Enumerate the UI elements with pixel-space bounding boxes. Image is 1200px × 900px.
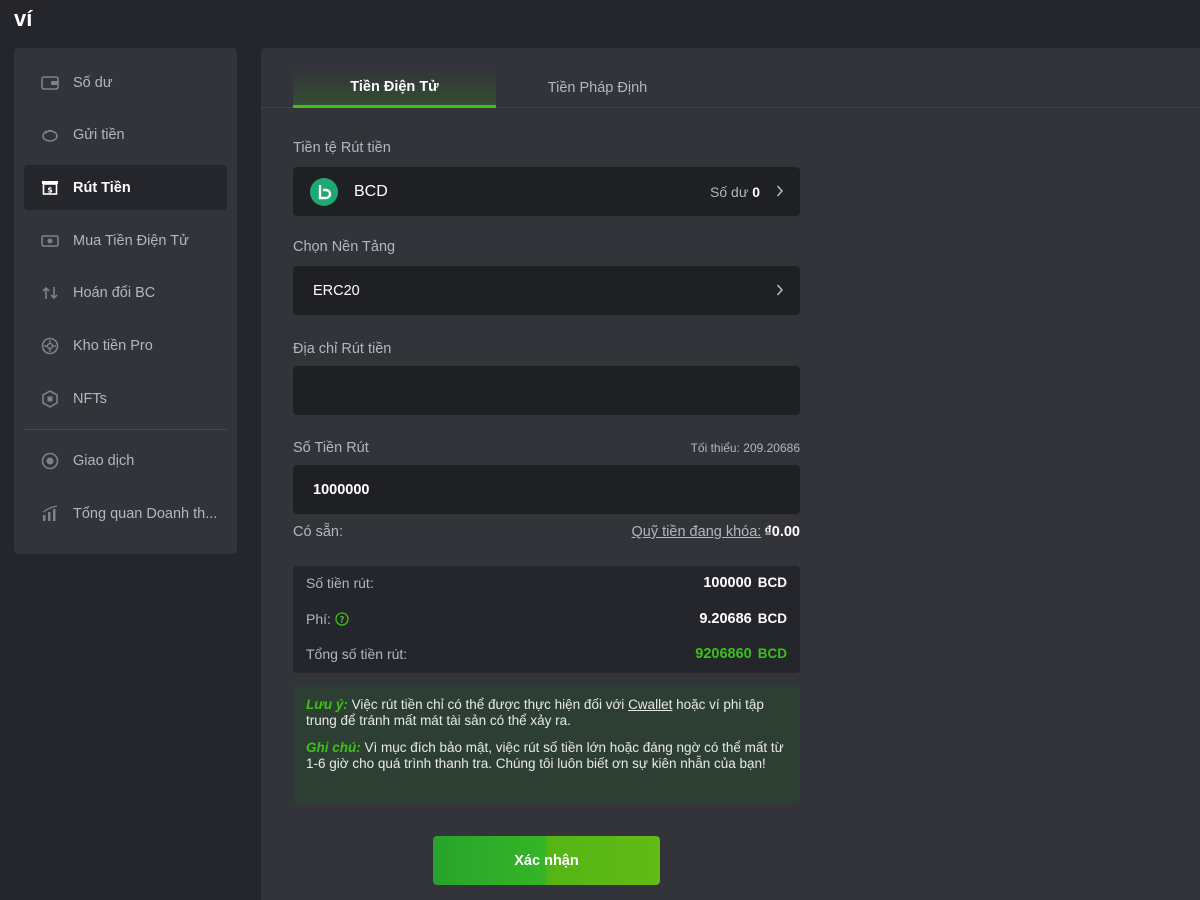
chart-icon — [42, 505, 58, 521]
sidebar-item-swap[interactable]: Hoán đổi BC — [24, 271, 227, 316]
chevron-right-icon — [776, 284, 784, 296]
sidebar-item-vault-pro[interactable]: Kho tiền Pro — [24, 323, 227, 368]
sidebar-divider — [24, 428, 227, 430]
sidebar-item-label: Mua Tiền Điện Tử — [73, 232, 189, 249]
sidebar-item-balance[interactable]: Số dư — [24, 60, 227, 105]
tab-fiat[interactable]: Tiền Pháp Định — [496, 68, 699, 108]
summary-fee-currency: BCD — [757, 611, 787, 626]
amount-input[interactable]: 1000000 — [293, 465, 800, 514]
help-icon[interactable]: ? — [335, 612, 349, 626]
sidebar-item-label: Gửi tiền — [73, 127, 125, 144]
locked-funds-value: ₫0.00 — [764, 524, 800, 540]
network-label: Chọn Nền Tảng — [293, 239, 396, 255]
summary-fee-value: 9.20686 BCD — [699, 611, 787, 627]
amount-value: 1000000 — [313, 481, 370, 498]
summary-amount-value: 100000 BCD — [703, 575, 787, 591]
amount-label: Số Tiền Rút — [293, 440, 369, 456]
notice-note-2-title: Ghi chú: — [306, 740, 361, 755]
coin-name: BCD — [354, 182, 388, 200]
sidebar-item-label: Giao dịch — [73, 453, 135, 470]
summary-row-total: Tổng số tiền rút: 9206860 BCD — [306, 644, 787, 664]
wallet-sidebar: Số dư Gửi tiền $ Rút Tiền Mua Tiền Điện … — [14, 48, 237, 554]
summary-fee-label-wrap: Phí:? — [306, 611, 349, 627]
vault-icon — [41, 337, 59, 355]
summary-fee-label: Phí: — [306, 611, 331, 627]
summary-amount-number: 100000 — [703, 575, 752, 591]
sidebar-item-label: Rút Tiền — [73, 179, 131, 196]
notice-note-2: Ghi chú: Vì mục đích bảo mật, việc rút s… — [306, 740, 787, 772]
withdraw-icon: $ — [42, 180, 58, 195]
notice-note-2-text: Vì mục đích bảo mật, việc rút số tiền lớ… — [306, 740, 784, 771]
sidebar-item-revenue-overview[interactable]: Tổng quan Doanh th... — [24, 492, 227, 537]
network-select[interactable]: ERC20 — [293, 266, 800, 315]
cwallet-link[interactable]: Cwallet — [628, 697, 672, 712]
summary-total-number: 9206860 — [695, 646, 752, 662]
sidebar-item-label: Tổng quan Doanh th... — [73, 506, 218, 522]
wallet-icon — [41, 75, 59, 90]
available-row: Có sẵn: Quỹ tiền đang khóa: ₫0.00 — [293, 524, 800, 540]
svg-text:?: ? — [339, 615, 344, 625]
sidebar-item-label: Hoán đổi BC — [73, 285, 156, 302]
summary-total-currency: BCD — [757, 646, 787, 661]
summary-row-amount: Số tiền rút: 100000 BCD — [306, 573, 787, 593]
sidebar-item-nfts[interactable]: NFTs — [24, 376, 227, 421]
coin-balance: Số dư 0 — [710, 184, 760, 200]
nft-icon — [42, 389, 58, 408]
locked-funds: Quỹ tiền đang khóa: ₫0.00 — [632, 524, 800, 540]
tab-crypto[interactable]: Tiền Điện Tử — [293, 68, 496, 108]
address-label: Địa chỉ Rút tiền — [293, 341, 392, 357]
notice-note-1-pre: Việc rút tiền chỉ có thể được thực hiện … — [347, 697, 629, 712]
notice-note-1-title: Lưu ý: — [306, 697, 348, 712]
notice-note-1: Lưu ý: Việc rút tiền chỉ có thể được thự… — [306, 697, 787, 729]
sidebar-item-transactions[interactable]: Giao dịch — [24, 439, 227, 484]
currency-label: Tiền tệ Rút tiền — [293, 140, 391, 156]
summary-total-label: Tổng số tiền rút: — [306, 646, 408, 662]
locked-funds-link[interactable]: Quỹ tiền đang khóa: — [632, 524, 762, 540]
swap-icon — [42, 287, 58, 300]
sidebar-item-deposit[interactable]: Gửi tiền — [24, 113, 227, 158]
page-title: ví — [14, 6, 33, 31]
withdraw-summary: Số tiền rút: 100000 BCD Phí:? 9.20686 BCD … — [293, 566, 800, 673]
sidebar-item-buy-crypto[interactable]: Mua Tiền Điện Tử — [24, 218, 227, 263]
sidebar-item-label: NFTs — [73, 390, 107, 407]
transaction-icon — [41, 453, 59, 470]
summary-total-value: 9206860 BCD — [695, 646, 787, 662]
minimum-note: Tối thiểu: 209.20686 — [690, 441, 800, 455]
withdraw-tabs: Tiền Điện Tử Tiền Pháp Định — [261, 48, 1200, 108]
currency-select[interactable]: BCD Số dư 0 — [293, 167, 800, 216]
bcd-coin-icon — [310, 177, 338, 206]
cash-icon — [41, 234, 59, 247]
summary-fee-number: 9.20686 — [699, 611, 752, 627]
piggy-bank-icon — [42, 130, 58, 142]
balance-label: Số dư — [710, 183, 749, 200]
chevron-right-icon — [776, 185, 784, 197]
withdraw-panel: Tiền Điện Tử Tiền Pháp Định Tiền tệ Rút … — [261, 48, 1200, 900]
svg-text:$: $ — [47, 185, 53, 194]
balance-value: 0 — [752, 183, 760, 200]
available-label: Có sẵn: — [293, 524, 343, 540]
withdraw-notice: Lưu ý: Việc rút tiền chỉ có thể được thự… — [293, 685, 800, 804]
confirm-button[interactable]: Xác nhận — [433, 836, 660, 885]
sidebar-item-label: Số dư — [73, 74, 113, 91]
sidebar-item-label: Kho tiền Pro — [73, 337, 153, 354]
summary-amount-label: Số tiền rút: — [306, 575, 374, 591]
network-value: ERC20 — [313, 282, 360, 299]
summary-amount-currency: BCD — [757, 575, 787, 590]
address-input[interactable] — [293, 366, 800, 415]
sidebar-item-withdraw[interactable]: $ Rút Tiền — [24, 165, 227, 211]
summary-row-fee: Phí:? 9.20686 BCD — [306, 609, 787, 629]
